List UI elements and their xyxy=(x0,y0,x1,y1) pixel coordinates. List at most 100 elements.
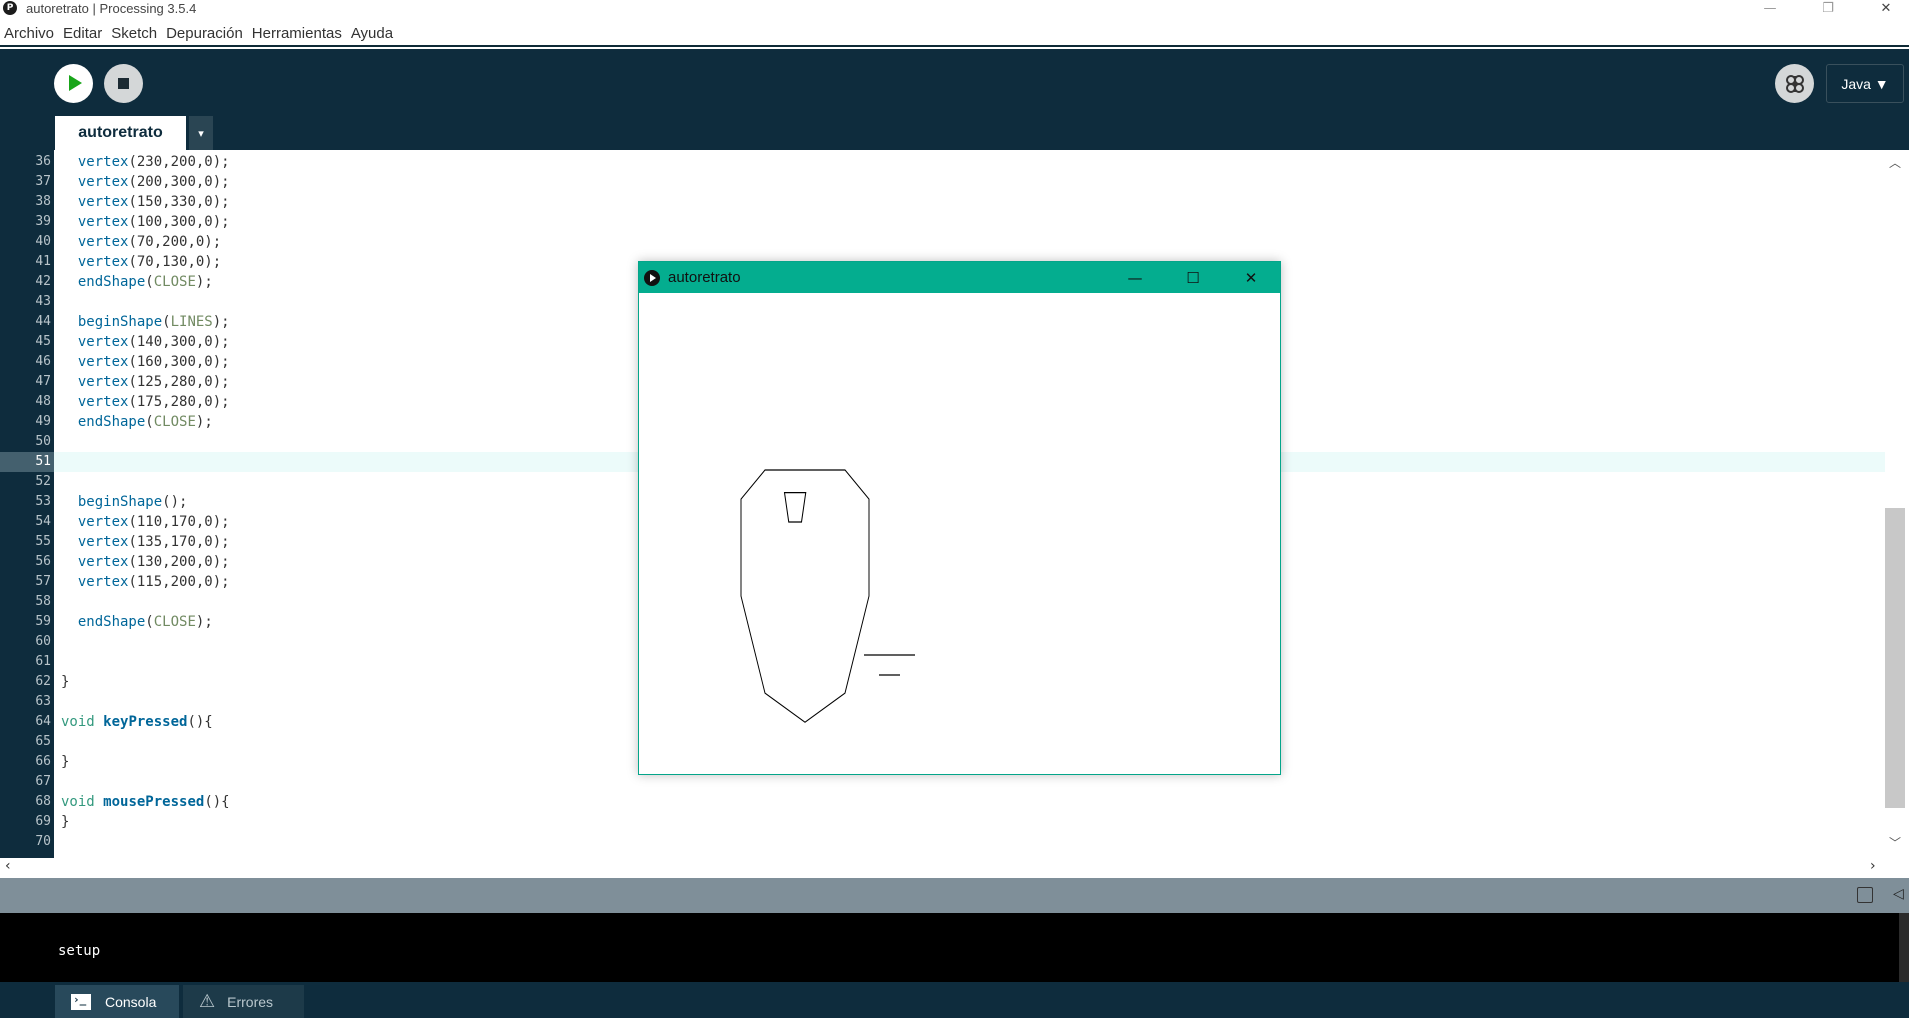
scroll-up-icon[interactable]: ︿ xyxy=(1885,154,1905,171)
mode-selector[interactable]: Java ▼ xyxy=(1826,64,1904,103)
restore-button[interactable]: ❐ xyxy=(1805,0,1851,17)
sketch-maximize-button[interactable]: ☐ xyxy=(1164,262,1222,293)
code-token: endShape xyxy=(77,414,146,430)
code-token: ); xyxy=(195,614,213,630)
code-line[interactable]: vertex(140,300,0); xyxy=(61,332,230,352)
code-line[interactable]: vertex(150,330,0); xyxy=(61,192,230,212)
code-line[interactable]: vertex(100,300,0); xyxy=(61,212,230,232)
line-number: 50 xyxy=(35,434,51,449)
code-line[interactable]: vertex(110,170,0); xyxy=(61,512,230,532)
minimize-button[interactable]: — xyxy=(1747,0,1793,17)
toolbar: Java ▼ autoretrato ▾ xyxy=(0,49,1909,150)
code-line[interactable]: endShape(CLOSE); xyxy=(61,412,213,432)
line-number: 53 xyxy=(35,494,51,509)
code-token: endShape xyxy=(77,614,146,630)
code-token: mousePressed xyxy=(103,794,205,810)
line-number: 49 xyxy=(35,414,51,429)
code-token: CLOSE xyxy=(153,414,196,430)
console-scrollbar[interactable] xyxy=(1899,913,1909,982)
line-number: 54 xyxy=(35,514,51,529)
code-token: ); xyxy=(195,414,213,430)
play-icon xyxy=(644,270,660,286)
code-line[interactable]: vertex(135,170,0); xyxy=(61,532,230,552)
sketch-titlebar[interactable]: autoretrato — ☐ ✕ xyxy=(639,262,1280,293)
menu-depuracion[interactable]: Depuración xyxy=(166,25,243,42)
code-line[interactable]: endShape(CLOSE); xyxy=(61,612,213,632)
menu-ayuda[interactable]: Ayuda xyxy=(351,25,393,42)
line-number: 46 xyxy=(35,354,51,369)
code-line[interactable]: vertex(160,300,0); xyxy=(61,352,230,372)
horizontal-scrollbar[interactable]: ‹ › xyxy=(0,858,1885,876)
sketch-close-button[interactable]: ✕ xyxy=(1222,262,1280,293)
tab-consola[interactable]: Consola xyxy=(55,985,179,1018)
code-line[interactable]: } xyxy=(61,752,69,772)
run-button[interactable] xyxy=(54,64,93,103)
menu-sketch[interactable]: Sketch xyxy=(111,25,157,42)
line-number: 39 xyxy=(35,214,51,229)
vertical-scrollbar[interactable]: ︿ ﹀ xyxy=(1885,150,1909,858)
copy-icon[interactable] xyxy=(1857,887,1873,903)
code-line[interactable]: vertex(70,200,0); xyxy=(61,232,221,252)
sketch-minimize-button[interactable]: — xyxy=(1106,262,1164,293)
scrollbar-thumb[interactable] xyxy=(1885,508,1905,808)
code-line[interactable]: endShape(CLOSE); xyxy=(61,272,213,292)
line-number: 43 xyxy=(35,294,51,309)
scroll-left-icon[interactable]: ‹ xyxy=(5,858,11,874)
scroll-right-icon[interactable]: › xyxy=(1870,858,1876,874)
code-token: beginShape xyxy=(77,494,163,510)
code-line[interactable]: } xyxy=(61,812,69,832)
menu-editar[interactable]: Editar xyxy=(63,25,102,42)
code-line[interactable]: vertex(200,300,0); xyxy=(61,172,230,192)
debug-icon xyxy=(1785,74,1804,93)
code-token: (150,330,0); xyxy=(128,194,230,210)
line-number-gutter: 36 37 38 39 40 41 42 43 44 45 46 47 48 49 50 51 52 53 54 55… xyxy=(0,150,54,858)
menu-archivo[interactable]: Archivo xyxy=(4,25,54,42)
code-token: } xyxy=(61,754,70,770)
scroll-down-icon[interactable]: ﹀ xyxy=(1885,834,1905,851)
menu-herramientas[interactable]: Herramientas xyxy=(252,25,342,42)
code-line[interactable]: void keyPressed(){ xyxy=(61,712,213,732)
code-line[interactable]: vertex(130,200,0); xyxy=(61,552,230,572)
tab-menu-button[interactable]: ▾ xyxy=(189,116,213,150)
line-number: 63 xyxy=(35,694,51,709)
code-line[interactable]: beginShape(LINES); xyxy=(61,312,230,332)
code-line[interactable]: beginShape(); xyxy=(61,492,188,512)
code-line[interactable]: vertex(125,280,0); xyxy=(61,372,230,392)
line-number: 55 xyxy=(35,534,51,549)
nose-shape xyxy=(783,492,807,523)
code-line[interactable]: vertex(115,200,0); xyxy=(61,572,230,592)
collapse-icon[interactable]: ◁ xyxy=(1893,886,1904,902)
line-number: 57 xyxy=(35,574,51,589)
processing-icon: P xyxy=(3,1,17,15)
tab-autoretrato[interactable]: autoretrato xyxy=(55,116,186,150)
sketch-canvas[interactable] xyxy=(639,293,1280,774)
stop-button[interactable] xyxy=(104,64,143,103)
sketch-window[interactable]: autoretrato — ☐ ✕ xyxy=(638,261,1281,775)
line-number: 68 xyxy=(35,794,51,809)
code-line[interactable]: vertex(70,130,0); xyxy=(61,252,221,272)
code-line[interactable]: vertex(230,200,0); xyxy=(61,152,230,172)
line-number: 51 xyxy=(0,452,54,472)
code-line[interactable]: } xyxy=(61,672,69,692)
code-token: (200,300,0); xyxy=(128,174,230,190)
line-number: 65 xyxy=(35,734,51,749)
code-line[interactable]: vertex(175,280,0); xyxy=(61,392,230,412)
butterfly-icon[interactable] xyxy=(1775,64,1814,103)
code-token: } xyxy=(61,814,70,830)
line-number: 41 xyxy=(35,254,51,269)
code-line[interactable]: void mousePressed(){ xyxy=(61,792,230,812)
tab-errores[interactable]: ⚠ Errores xyxy=(183,985,304,1018)
tab-errores-label: Errores xyxy=(227,993,274,1010)
face-outline xyxy=(740,469,870,723)
close-button[interactable]: ✕ xyxy=(1863,0,1909,17)
console-panel[interactable]: setup xyxy=(0,913,1909,982)
console-output: setup xyxy=(58,943,101,959)
line-number: 42 xyxy=(35,274,51,289)
